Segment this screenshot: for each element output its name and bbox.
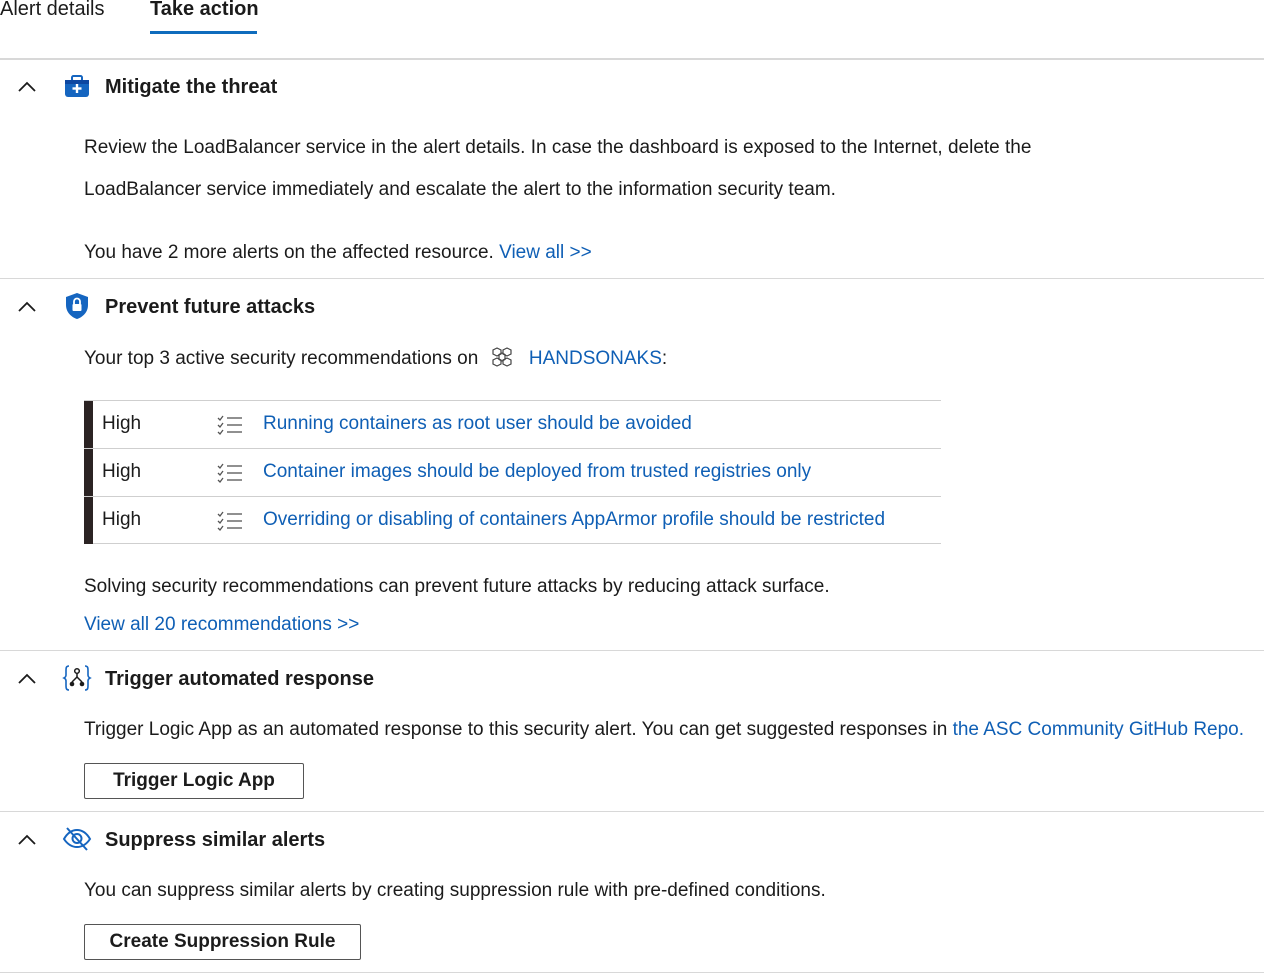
logic-app-icon [62, 665, 92, 691]
section-divider [0, 650, 1264, 651]
recommendation-link[interactable]: Running containers as root user should b… [263, 411, 692, 437]
trigger-body-text: Trigger Logic App as an automated respon… [84, 719, 948, 740]
suppress-body: You can suppress similar alerts by creat… [84, 880, 826, 901]
view-all-alerts-link[interactable]: View all >> [499, 242, 592, 263]
more-alerts-text: You have 2 more alerts on the affected r… [84, 242, 494, 263]
recommendations-summary: Solving security recommendations can pre… [84, 576, 830, 597]
severity-bar [84, 449, 93, 496]
checklist-icon [217, 511, 242, 531]
trigger-logic-app-button[interactable]: Trigger Logic App [84, 763, 304, 799]
recommendation-link[interactable]: Container images should be deployed from… [263, 459, 811, 485]
eye-hidden-icon [62, 827, 92, 851]
severity-bar [84, 497, 93, 544]
toolbox-icon [65, 75, 89, 97]
recommendation-row[interactable]: High Container images should be deployed… [84, 448, 941, 496]
trigger-title: Trigger automated response [105, 668, 374, 690]
severity-label: High [102, 413, 142, 434]
severity-label: High [102, 461, 142, 482]
collapse-prevent-chevron-up-icon[interactable] [16, 296, 38, 318]
tab-bar: Alert details Take action [0, 0, 1264, 60]
recommendation-row[interactable]: High Overriding or disabling of containe… [84, 496, 941, 544]
resource-link-handsonaks[interactable]: HANDSONAKS [529, 348, 662, 369]
shield-lock-icon [66, 293, 88, 319]
recommendation-row[interactable]: High Running containers as root user sho… [84, 400, 941, 448]
recommendation-link[interactable]: Overriding or disabling of containers Ap… [263, 507, 885, 533]
mitigate-body-line1: Review the LoadBalancer service in the a… [84, 137, 1032, 158]
suppress-title: Suppress similar alerts [105, 829, 326, 851]
trigger-body: Trigger Logic App as an automated respon… [84, 709, 1244, 751]
mitigate-body-line2: LoadBalancer service immediately and esc… [84, 179, 836, 200]
asc-community-repo-link[interactable]: the ASC Community GitHub Repo. [953, 719, 1244, 740]
checklist-icon [217, 463, 242, 483]
kubernetes-cluster-icon [491, 347, 512, 367]
recommendations-intro-text: Your top 3 active security recommendatio… [84, 348, 479, 369]
section-divider [0, 811, 1264, 812]
prevent-title: Prevent future attacks [105, 296, 316, 318]
checklist-icon [217, 415, 242, 435]
severity-bar [84, 401, 93, 448]
collapse-trigger-chevron-up-icon[interactable] [16, 668, 38, 690]
intro-suffix: : [661, 348, 668, 369]
recommendations-intro: Your top 3 active security recommendatio… [84, 338, 667, 380]
section-divider [0, 278, 1264, 279]
view-all-recommendations-link[interactable]: View all 20 recommendations >> [84, 604, 359, 646]
tab-alert-details[interactable]: Alert details [0, 0, 105, 24]
active-tab-indicator [150, 31, 257, 34]
mitigate-title: Mitigate the threat [105, 76, 278, 98]
tab-take-action[interactable]: Take action [150, 0, 259, 24]
recommendations-table: High Running containers as root user sho… [84, 400, 941, 544]
collapse-suppress-chevron-up-icon[interactable] [16, 829, 38, 851]
severity-label: High [102, 509, 142, 530]
more-alerts-row: You have 2 more alerts on the affected r… [84, 232, 592, 274]
collapse-mitigate-chevron-up-icon[interactable] [16, 76, 38, 98]
create-suppression-rule-button[interactable]: Create Suppression Rule [84, 924, 361, 960]
